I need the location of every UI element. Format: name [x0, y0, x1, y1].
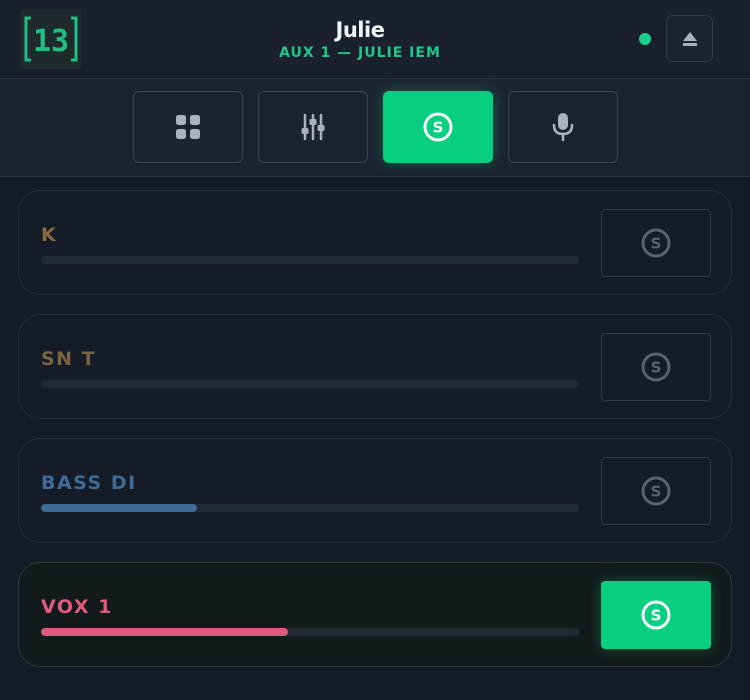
level-meter: [41, 256, 579, 264]
level-meter-fill: [41, 628, 289, 636]
level-meter: [41, 380, 579, 388]
solo-button[interactable]: S: [601, 457, 711, 525]
channel-name: K: [41, 224, 58, 246]
solo-icon: S: [641, 228, 671, 258]
svg-text:S: S: [651, 359, 662, 377]
tab-talkback[interactable]: [508, 91, 618, 163]
solo-icon: S: [641, 352, 671, 382]
tab-solo[interactable]: S: [383, 91, 493, 163]
channel-name: VOX 1: [41, 596, 113, 618]
solo-icon: S: [423, 112, 453, 142]
svg-text:S: S: [651, 483, 662, 501]
solo-icon: S: [641, 600, 671, 630]
channel-row-sn-t: SN T S: [18, 314, 732, 419]
level-meter-fill: [41, 504, 198, 512]
grid-icon: [176, 115, 200, 139]
channel-name: BASS DI: [41, 472, 137, 494]
solo-icon: S: [641, 476, 671, 506]
solo-button[interactable]: S: [601, 333, 711, 401]
tab-overview[interactable]: [133, 91, 243, 163]
channel-row-bass-di: BASS DI S: [18, 438, 732, 543]
microphone-icon: [552, 113, 574, 142]
title-block: Julie AUX 1 — JULIE IEM: [200, 17, 520, 63]
connection-status-indicator: [639, 33, 651, 45]
tab-mixer[interactable]: [258, 91, 368, 163]
channel-row-k: K S: [18, 190, 732, 295]
page-subtitle: AUX 1 — JULIE IEM: [279, 45, 441, 61]
page-title: Julie: [335, 18, 385, 42]
channel-list: K S SN T S BASS DI S VOX 1 S: [0, 177, 750, 700]
level-meter: [41, 628, 579, 636]
eject-button[interactable]: [666, 15, 713, 62]
channel-name: SN T: [41, 348, 97, 370]
logo: 13: [21, 9, 81, 69]
sliders-icon: [301, 113, 325, 141]
logo-icon: 13: [24, 16, 78, 62]
svg-text:S: S: [651, 607, 662, 625]
channel-row-vox-1: VOX 1 S: [18, 562, 732, 667]
svg-text:S: S: [651, 235, 662, 253]
header: 13 Julie AUX 1 — JULIE IEM: [0, 0, 750, 79]
solo-button[interactable]: S: [601, 581, 711, 649]
solo-button[interactable]: S: [601, 209, 711, 277]
level-meter: [41, 504, 579, 512]
view-tabs: S: [0, 79, 750, 177]
svg-text:S: S: [433, 119, 444, 137]
eject-icon: [682, 31, 697, 46]
svg-text:13: 13: [33, 24, 69, 59]
